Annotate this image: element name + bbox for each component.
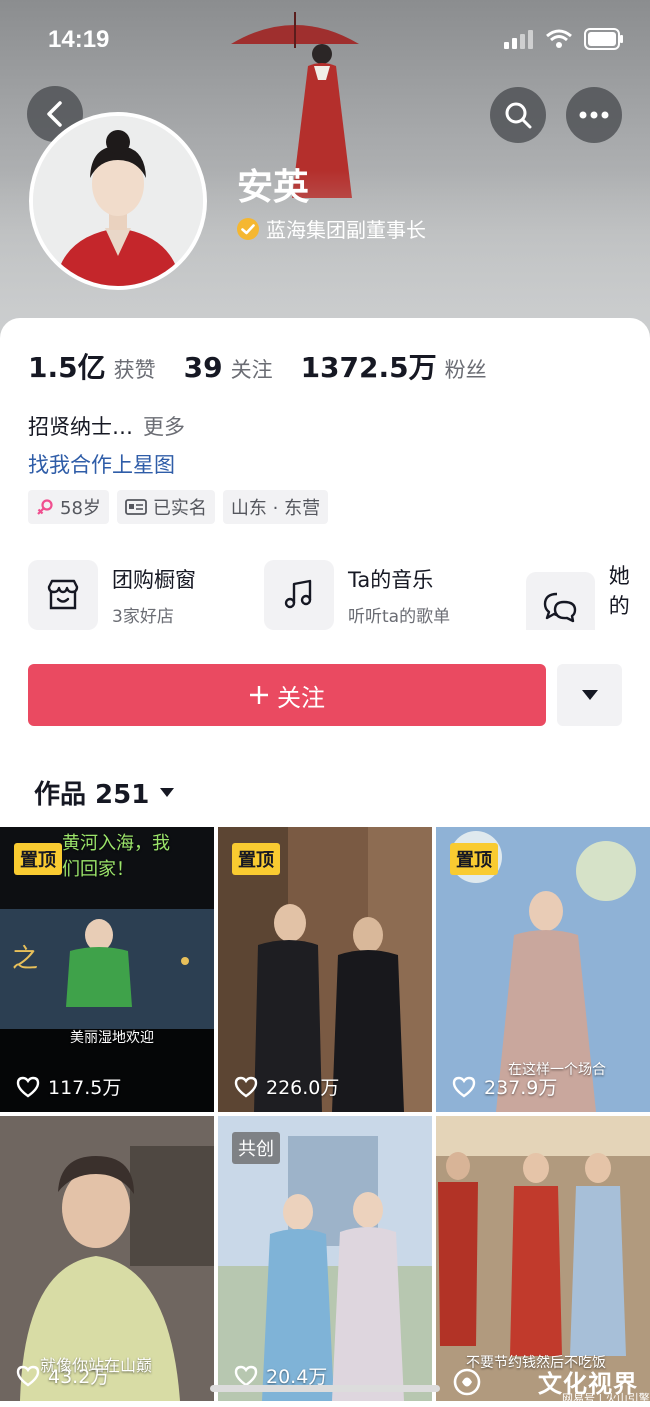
stat-likes-label: 获赞 (113, 358, 156, 382)
pinned-badge: 置顶 (450, 843, 498, 875)
pinned-badge: 置顶 (232, 843, 280, 875)
shop-icon (47, 579, 79, 610)
service-groups-icon-box (526, 571, 595, 630)
signal-icon (504, 30, 533, 49)
female-icon (37, 499, 53, 515)
search-icon (505, 102, 532, 129)
tag-verified-id: 已实名 (116, 490, 215, 524)
watermark-logo-icon (453, 1368, 481, 1395)
service-group-buy-subtitle: 3家好店 (112, 606, 174, 627)
video-tile[interactable]: 不要节约钱然后不吃饭 (436, 1116, 650, 1401)
bio-more-link[interactable]: 更多 (143, 415, 185, 439)
home-indicator (210, 1385, 440, 1392)
stats-row: 1.5亿 获赞 39 关注 1372.5万 粉丝 (28, 346, 487, 386)
search-button[interactable] (490, 87, 546, 143)
video-tile[interactable]: 置顶 226.0万 (218, 827, 432, 1112)
like-count-text: 43.2万 (48, 1366, 110, 1388)
svg-text:之: 之 (12, 944, 38, 974)
status-bar: 14:19 (0, 0, 650, 80)
music-note-icon (284, 579, 312, 609)
stat-following-label: 关注 (230, 358, 273, 382)
service-group-buy-icon-box (28, 560, 98, 630)
star-map-link[interactable]: 找我合作上星图 (28, 449, 175, 479)
caret-down-icon (160, 788, 175, 797)
avatar-portrait-image (33, 116, 203, 286)
follow-button-label: 关注 (277, 683, 325, 712)
video-tile[interactable]: 置顶 在这样一个场合 237.9万 (436, 827, 650, 1112)
status-time: 14:19 (48, 26, 110, 53)
id-card-icon (125, 499, 147, 515)
video-tile[interactable]: 共创 20.4万 (218, 1116, 432, 1401)
services-row: 团购橱窗 3家好店 Ta的音乐 听听ta的歌单 她的 (28, 560, 650, 630)
service-groups[interactable]: 她的 5个 (526, 560, 650, 630)
video-tile[interactable]: 之 置顶 黄河入海，我们回家！ 美丽湿地欢迎 117.5万 (0, 827, 214, 1112)
caret-down-icon (581, 690, 598, 700)
service-music[interactable]: Ta的音乐 听听ta的歌单 (264, 560, 450, 630)
stat-following[interactable]: 39 关注 (184, 351, 273, 384)
watermark-source: 网易号 | 火山引擎 (562, 1392, 650, 1405)
stat-following-value: 39 (183, 351, 223, 384)
bio: 招贤纳士… 更多 (28, 411, 185, 441)
stat-followers-label: 粉丝 (444, 358, 487, 382)
service-group-buy-title: 团购橱窗 (112, 567, 196, 592)
tag-age: 58岁 (28, 490, 109, 524)
like-count: 43.2万 (16, 1362, 109, 1389)
tab-works-label: 作品 251 (34, 780, 150, 810)
like-count-text: 226.0万 (266, 1077, 340, 1099)
tag-verified-id-text: 已实名 (152, 498, 207, 519)
more-dots-icon (579, 111, 609, 119)
stat-followers-value: 1372.5万 (300, 351, 437, 384)
service-groups-subtitle: 5个 (609, 628, 650, 630)
wifi-icon (546, 29, 572, 48)
like-count-text: 237.9万 (484, 1077, 558, 1099)
heart-icon (234, 1076, 258, 1097)
verification-text: 蓝海集团副董事长 (266, 218, 426, 242)
battery-icon (584, 28, 623, 50)
avatar[interactable] (29, 112, 207, 290)
verified-badge-icon (237, 217, 259, 240)
service-group-buy[interactable]: 团购橱窗 3家好店 (28, 560, 196, 630)
like-count: 226.0万 (234, 1073, 339, 1100)
video-overlay-text: 黄河入海，我们回家！ (62, 833, 170, 880)
heart-icon (16, 1365, 40, 1386)
like-count-text: 117.5万 (48, 1077, 122, 1099)
pinned-badge: 置顶 (14, 843, 62, 875)
follow-button[interactable]: 关注 (28, 664, 546, 726)
tag-age-text: 58岁 (60, 498, 101, 519)
plus-icon (250, 686, 268, 704)
stat-likes: 1.5亿 获赞 (28, 346, 156, 386)
heart-icon (452, 1076, 476, 1097)
heart-icon (234, 1365, 258, 1386)
stat-likes-value: 1.5亿 (28, 351, 106, 384)
service-music-icon-box (264, 560, 334, 630)
heart-icon (16, 1076, 40, 1097)
tag-location: 山东 · 东营 (222, 490, 329, 524)
service-music-title: Ta的音乐 (348, 567, 434, 592)
tag-location-text: 山东 · 东营 (230, 498, 321, 519)
verification-line: 蓝海集团副董事长 (236, 214, 426, 243)
more-options-button[interactable] (566, 87, 622, 143)
tab-works[interactable]: 作品 251 (34, 774, 175, 811)
video-tile[interactable]: 就像你站在山巅 43.2万 (0, 1116, 214, 1401)
recommend-dropdown-button[interactable] (557, 664, 622, 726)
profile-name: 安英 (237, 167, 310, 208)
like-count: 237.9万 (452, 1073, 557, 1100)
like-count: 117.5万 (16, 1073, 121, 1100)
service-music-subtitle: 听听ta的歌单 (348, 606, 451, 627)
watermark: 文化视界 网易号 | 火山引擎 (452, 1364, 650, 1405)
service-groups-title: 她的 (608, 564, 630, 618)
video-caption: 美丽湿地欢迎 (70, 1030, 154, 1046)
co-create-badge: 共创 (232, 1132, 280, 1164)
bio-text: 招贤纳士… (28, 415, 133, 439)
tag-row: 58岁 已实名 山东 · 东营 (28, 490, 329, 524)
stat-followers[interactable]: 1372.5万 粉丝 (301, 346, 487, 386)
chevron-left-icon (47, 101, 62, 127)
chat-group-icon (544, 592, 577, 622)
